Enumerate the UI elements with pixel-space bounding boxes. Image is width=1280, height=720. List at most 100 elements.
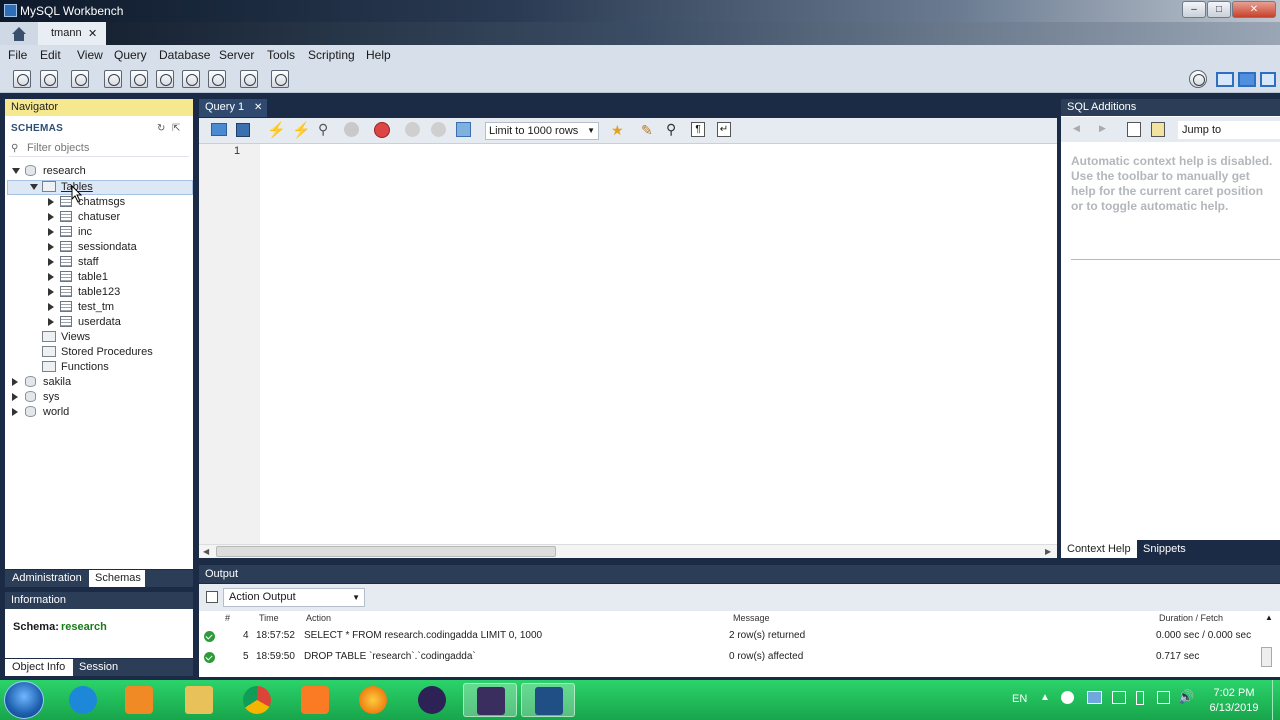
sql-editor[interactable]: 1 xyxy=(199,144,1057,544)
menu-edit[interactable]: Edit xyxy=(40,48,61,62)
taskbar-eclipse[interactable] xyxy=(405,683,459,717)
collapse-schemas-icon[interactable]: ⇱ xyxy=(172,123,180,134)
table-item[interactable]: test_tm xyxy=(78,301,114,313)
tab-schemas[interactable]: Schemas xyxy=(89,570,145,587)
create-view-icon[interactable] xyxy=(156,70,174,88)
stored-procedures-folder[interactable]: Stored Procedures xyxy=(61,346,153,358)
schema-sakila[interactable]: sakila xyxy=(43,376,71,388)
table-item[interactable]: table1 xyxy=(78,271,108,283)
autocommit-icon[interactable] xyxy=(456,122,471,137)
menu-view[interactable]: View xyxy=(77,48,103,62)
network-icon[interactable] xyxy=(1157,691,1170,704)
execute-icon[interactable]: ⚡ xyxy=(267,121,286,139)
invisible-chars-icon[interactable]: ¶ xyxy=(691,122,705,137)
scrollbar-thumb[interactable] xyxy=(216,546,556,557)
table-item[interactable]: userdata xyxy=(78,316,121,328)
schema-world[interactable]: world xyxy=(43,406,69,418)
home-tab[interactable] xyxy=(0,22,38,45)
menu-database[interactable]: Database xyxy=(159,48,210,62)
save-file-icon[interactable] xyxy=(236,123,250,137)
refresh-schemas-icon[interactable]: ↻ xyxy=(157,123,165,134)
tab-query-1[interactable]: Query 1 ✕ xyxy=(199,99,267,117)
connection-tab-tmann[interactable]: tmann ✕ xyxy=(38,22,106,45)
tray-action-center-icon[interactable] xyxy=(1112,691,1126,704)
open-file-icon[interactable] xyxy=(211,123,227,136)
word-wrap-icon[interactable]: ↵ xyxy=(717,122,731,137)
taskbar-file-explorer[interactable] xyxy=(172,683,226,717)
expand-arrow-icon[interactable] xyxy=(30,184,38,190)
start-button[interactable] xyxy=(4,681,44,719)
tray-app-icon[interactable] xyxy=(1061,691,1074,704)
close-window-button[interactable]: ✕ xyxy=(1232,1,1276,18)
taskbar-java-ee-ide[interactable] xyxy=(463,683,517,717)
battery-icon[interactable] xyxy=(1136,691,1144,705)
search-table-data-icon[interactable] xyxy=(240,70,258,88)
explain-icon[interactable]: ⚲ xyxy=(318,121,328,138)
expand-arrow-icon[interactable] xyxy=(48,243,54,251)
stop-icon[interactable] xyxy=(344,122,359,137)
inspector-icon[interactable] xyxy=(71,70,89,88)
tab-object-info[interactable]: Object Info xyxy=(5,659,73,676)
expand-arrow-icon[interactable] xyxy=(48,273,54,281)
toggle-sidebar-icon[interactable] xyxy=(1216,72,1234,87)
taskbar-clock[interactable]: 7:02 PM 6/13/2019 xyxy=(1198,686,1270,716)
taskbar-mysql-workbench[interactable] xyxy=(521,683,575,717)
table-item[interactable]: inc xyxy=(78,226,92,238)
settings-gear-icon[interactable] xyxy=(1189,70,1207,88)
reconnect-icon[interactable] xyxy=(271,70,289,88)
menu-tools[interactable]: Tools xyxy=(267,48,295,62)
table-row[interactable]: 4 18:57:52 SELECT * FROM research.coding… xyxy=(199,625,1261,646)
taskbar-internet-explorer[interactable] xyxy=(56,683,110,717)
jump-to-select[interactable]: Jump to xyxy=(1178,121,1280,139)
table-item[interactable]: staff xyxy=(78,256,99,268)
create-procedure-icon[interactable] xyxy=(182,70,200,88)
output-scrollbar[interactable] xyxy=(1261,647,1272,667)
menu-server[interactable]: Server xyxy=(219,48,254,62)
expand-arrow-icon[interactable] xyxy=(48,318,54,326)
language-indicator[interactable]: EN xyxy=(1012,693,1027,705)
table-item[interactable]: sessiondata xyxy=(78,241,137,253)
forward-icon[interactable]: ▶ xyxy=(1099,123,1106,134)
tab-snippets[interactable]: Snippets xyxy=(1143,540,1203,558)
sort-up-icon[interactable]: ▲ xyxy=(1265,613,1273,622)
open-sql-script-icon[interactable] xyxy=(40,70,58,88)
menu-help[interactable]: Help xyxy=(366,48,391,62)
taskbar-chrome[interactable] xyxy=(230,683,284,717)
show-hidden-icons[interactable]: ▲ xyxy=(1040,692,1050,703)
expand-arrow-icon[interactable] xyxy=(48,228,54,236)
close-tab-icon[interactable]: ✕ xyxy=(88,27,97,40)
expand-arrow-icon[interactable] xyxy=(48,198,54,206)
tab-context-help[interactable]: Context Help xyxy=(1061,540,1137,558)
output-type-select[interactable]: Action Output ▼ xyxy=(223,588,365,607)
expand-arrow-icon[interactable] xyxy=(12,393,18,401)
tab-administration[interactable]: Administration xyxy=(5,570,88,587)
back-icon[interactable]: ◀ xyxy=(1073,123,1080,134)
create-table-icon[interactable] xyxy=(130,70,148,88)
toggle-error-stop-icon[interactable] xyxy=(374,122,390,138)
toggle-secondary-sidebar-icon[interactable] xyxy=(1260,72,1276,87)
commit-icon[interactable] xyxy=(405,122,420,137)
volume-icon[interactable]: 🔊 xyxy=(1178,689,1194,705)
toggle-output-icon[interactable] xyxy=(1238,72,1256,87)
table-row[interactable]: 5 18:59:50 DROP TABLE `research`.`coding… xyxy=(199,646,1261,667)
filter-objects-input[interactable]: Filter objects xyxy=(9,139,189,157)
tab-session[interactable]: Session xyxy=(79,659,139,676)
copy-output-icon[interactable] xyxy=(206,591,218,603)
menu-query[interactable]: Query xyxy=(114,48,147,62)
table-item[interactable]: table123 xyxy=(78,286,120,298)
taskbar-xampp[interactable] xyxy=(288,683,342,717)
limit-rows-select[interactable]: Limit to 1000 rows ▼ xyxy=(485,122,599,140)
menu-scripting[interactable]: Scripting xyxy=(308,48,355,62)
beautify-icon[interactable]: ✎ xyxy=(641,122,653,139)
execute-current-icon[interactable]: ⚡ xyxy=(292,121,311,139)
close-tab-icon[interactable]: ✕ xyxy=(254,99,262,116)
taskbar-firefox[interactable] xyxy=(346,683,400,717)
schema-research[interactable]: research xyxy=(43,165,86,177)
expand-arrow-icon[interactable] xyxy=(48,213,54,221)
views-folder[interactable]: Views xyxy=(61,331,90,343)
schema-sys[interactable]: sys xyxy=(43,391,60,403)
expand-arrow-icon[interactable] xyxy=(48,258,54,266)
taskbar-media-player[interactable] xyxy=(112,683,166,717)
maximize-button[interactable]: □ xyxy=(1207,1,1231,18)
show-desktop-button[interactable] xyxy=(1272,680,1280,720)
